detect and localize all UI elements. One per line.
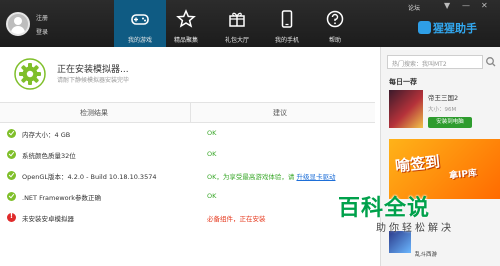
help-icon — [326, 10, 344, 28]
nav-featured[interactable]: 精品聚集 — [160, 0, 212, 47]
login-link[interactable]: 登录 — [36, 27, 48, 36]
check-ok-icon — [7, 129, 16, 138]
table-row: 内存大小：4 GB OK — [0, 123, 375, 144]
gear-icon — [14, 58, 46, 90]
game-size: 大小：96M — [428, 107, 457, 113]
search-input[interactable]: 热门搜索：我叫MT2 — [387, 55, 483, 69]
nav-label: 我的游戏 — [127, 37, 152, 44]
column-header-result: 检测结果 — [80, 109, 108, 117]
gamepad-icon — [131, 14, 149, 25]
check-advice: OK — [207, 129, 217, 137]
close-button[interactable]: ✕ — [481, 2, 488, 10]
check-advice-group: OK，为享受最高游戏体验，请 升级显卡驱动 — [207, 171, 335, 181]
check-item: 系统颜色质量32位 — [22, 152, 76, 160]
check-error-icon — [7, 212, 16, 222]
game-thumbnail[interactable] — [389, 231, 411, 253]
minimize-button[interactable]: — — [462, 2, 470, 10]
check-ok-icon — [7, 150, 16, 159]
nav-label: 精品聚集 — [173, 37, 198, 44]
banner-text: 喻签到 — [394, 152, 441, 176]
upgrade-driver-link[interactable]: 升级显卡驱动 — [296, 173, 335, 181]
check-advice: OK — [207, 192, 217, 200]
watermark-subtitle: 助你轻松解决 — [376, 223, 454, 234]
watermark-title: 百科全说 — [338, 196, 431, 221]
check-advice: OK — [207, 150, 217, 158]
nav-gift-hall[interactable]: 礼包大厅 — [211, 0, 263, 47]
table-row: .NET Framework参数正确 OK — [0, 186, 375, 207]
check-ok-icon — [7, 192, 16, 201]
star-icon — [176, 9, 196, 28]
nav-help[interactable]: 帮助 — [309, 0, 361, 47]
brand-name: 猩猩助手 — [433, 22, 477, 35]
nav-label: 我的手机 — [274, 37, 299, 44]
check-results-table: 检测结果 建议 内存大小：4 GB OK 系统颜色质量32位 OK OpenGL… — [0, 102, 375, 228]
phone-icon — [281, 10, 293, 28]
top-bar: 注册 登录 我的游戏 精品聚集 礼包大厅 我的手机 帮助 论坛 ▼ — ✕ 猩猩… — [0, 0, 500, 47]
game-name[interactable]: 乱斗西游 — [415, 250, 437, 258]
daily-recommend-title: 每日一荐 — [389, 78, 417, 86]
user-avatar[interactable] — [6, 12, 30, 36]
brand-logo-icon — [418, 21, 431, 34]
install-status-title: 正在安装模拟器... — [57, 65, 129, 75]
column-divider — [190, 103, 191, 122]
game-thumbnail[interactable] — [389, 90, 423, 128]
check-item: OpenGL版本：4.2.0 - Build 10.18.10.3574 — [22, 173, 157, 181]
nav-label: 礼包大厅 — [224, 37, 249, 44]
install-panel: 正在安装模拟器... 请耐下静候模拟器安装完毕 检测结果 建议 内存大小：4 G… — [0, 47, 380, 266]
game-name[interactable]: 帝王三国2 — [428, 92, 458, 102]
table-row: 未安装安卓模拟器 必备组件，正在安装 — [0, 207, 375, 228]
menu-dropdown-button[interactable]: ▼ — [444, 2, 450, 10]
nav-my-games[interactable]: 我的游戏 — [114, 0, 166, 47]
check-advice: 必备组件，正在安装 — [207, 215, 266, 223]
check-item: 内存大小：4 GB — [22, 131, 71, 139]
nav-label: 帮助 — [328, 37, 341, 44]
table-header: 检测结果 建议 — [0, 102, 375, 123]
register-link[interactable]: 注册 — [36, 13, 48, 22]
nav-my-phone[interactable]: 我的手机 — [261, 0, 313, 47]
table-row: 系统颜色质量32位 OK — [0, 144, 375, 165]
search-icon[interactable] — [485, 55, 497, 69]
check-item: .NET Framework参数正确 — [22, 194, 102, 202]
gift-icon — [229, 12, 245, 27]
column-header-advice: 建议 — [273, 109, 287, 117]
check-item: 未安装安卓模拟器 — [22, 215, 74, 223]
table-row: OpenGL版本：4.2.0 - Build 10.18.10.3574 OK，… — [0, 165, 375, 186]
forum-link[interactable]: 论坛 — [408, 3, 420, 12]
check-ok-icon — [7, 171, 16, 180]
banner-text-secondary: 拿IP库 — [448, 168, 478, 182]
install-status-subtitle: 请耐下静候模拟器安装完毕 — [57, 77, 130, 84]
install-to-pc-button[interactable]: 安装到电脑 — [428, 117, 472, 128]
check-advice: OK，为享受最高游戏体验，请 — [207, 173, 295, 181]
